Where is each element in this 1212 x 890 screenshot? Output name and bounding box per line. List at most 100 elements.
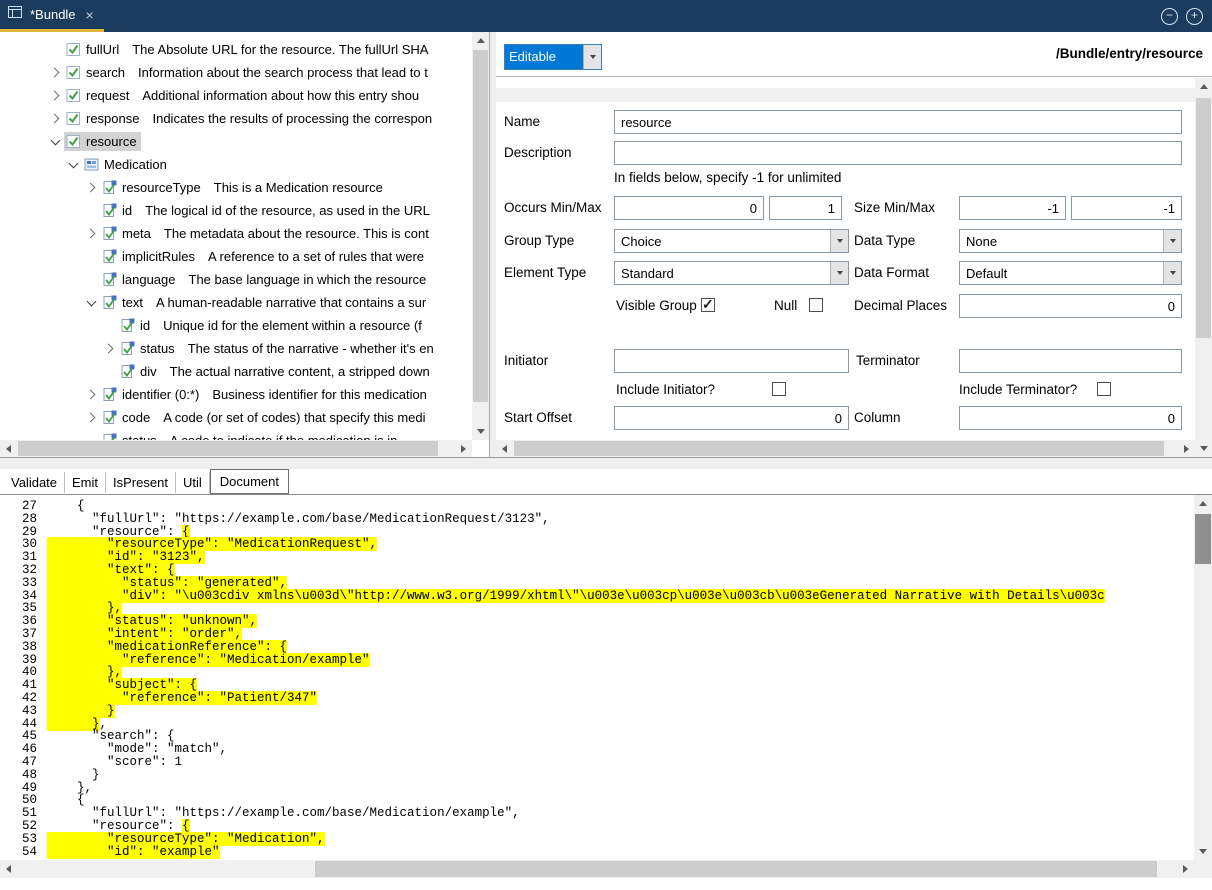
close-tab-icon[interactable]: ×: [86, 7, 94, 23]
tree-item-medication[interactable]: Medication: [0, 153, 472, 176]
tab-ispresent[interactable]: IsPresent: [106, 472, 176, 493]
document-line[interactable]: 39 "reference": "Medication/example": [0, 654, 1194, 667]
document-vertical-scrollbar[interactable]: [1194, 495, 1212, 860]
scroll-left-button[interactable]: [0, 860, 17, 877]
tree-item-resourcetype[interactable]: resourceTypeThis is a Medication resourc…: [0, 176, 472, 199]
tree-item-identifier-0[interactable]: identifier (0:*)Business identifier for …: [0, 383, 472, 406]
tab-validate[interactable]: Validate: [4, 472, 65, 493]
occurs-max-input[interactable]: [769, 196, 842, 220]
document-line[interactable]: 31 "id": "3123",: [0, 551, 1194, 564]
start-offset-input[interactable]: [614, 406, 849, 430]
tab-emit[interactable]: Emit: [65, 472, 106, 493]
scrollbar-thumb[interactable]: [473, 50, 488, 402]
document-line[interactable]: 33 "status": "generated",: [0, 577, 1194, 590]
occurs-min-input[interactable]: [614, 196, 764, 220]
tree-item-language[interactable]: languageThe base language in which the r…: [0, 268, 472, 291]
document-line[interactable]: 42 "reference": "Patient/347": [0, 692, 1194, 705]
tab-document[interactable]: Document: [210, 469, 289, 494]
form-horizontal-scrollbar[interactable]: [496, 440, 1195, 457]
visible-group-checkbox[interactable]: [701, 298, 715, 312]
scrollbar-thumb[interactable]: [315, 861, 1157, 877]
collapse-circle-button[interactable]: −: [1161, 8, 1178, 25]
scrollbar-thumb[interactable]: [1196, 98, 1211, 338]
initiator-input[interactable]: [614, 349, 849, 373]
tree-item-meta[interactable]: metaThe metadata about the resource. Thi…: [0, 222, 472, 245]
document-line[interactable]: 47 "score": 1: [0, 756, 1194, 769]
chevron-right-icon[interactable]: [83, 391, 100, 398]
chevron-right-icon[interactable]: [101, 345, 118, 352]
expand-circle-button[interactable]: +: [1186, 8, 1203, 25]
chevron-down-icon[interactable]: [583, 45, 601, 69]
scroll-left-button[interactable]: [496, 440, 513, 457]
tree-item-id[interactable]: idUnique id for the element within a res…: [0, 314, 472, 337]
scroll-up-button[interactable]: [1194, 495, 1211, 512]
element-type-dropdown[interactable]: Standard: [614, 261, 849, 285]
scroll-up-button[interactable]: [472, 32, 489, 49]
group-type-dropdown[interactable]: Choice: [614, 229, 849, 253]
scroll-left-button[interactable]: [0, 440, 17, 457]
tree-item-id[interactable]: idThe logical id of the resource, as use…: [0, 199, 472, 222]
document-line[interactable]: 48 }: [0, 769, 1194, 782]
scroll-up-button[interactable]: [1195, 78, 1212, 95]
data-format-dropdown[interactable]: Default: [959, 261, 1182, 285]
chevron-right-icon[interactable]: [47, 92, 64, 99]
scroll-down-button[interactable]: [1195, 440, 1212, 457]
tab-util[interactable]: Util: [176, 472, 210, 493]
tree-item-request[interactable]: requestAdditional information about how …: [0, 84, 472, 107]
document-line[interactable]: 44 },: [0, 718, 1194, 731]
scroll-right-button[interactable]: [455, 440, 472, 457]
name-input[interactable]: [614, 110, 1182, 134]
document-line[interactable]: 52 "resource": {: [0, 820, 1194, 833]
horizontal-splitter[interactable]: [0, 458, 1212, 469]
document-line[interactable]: 49 },: [0, 782, 1194, 795]
scroll-right-button[interactable]: [1177, 860, 1194, 877]
chevron-right-icon[interactable]: [47, 69, 64, 76]
tree-vertical-scrollbar[interactable]: [472, 32, 489, 440]
chevron-down-icon[interactable]: [65, 163, 82, 167]
tree-item-implicitrules[interactable]: implicitRulesA reference to a set of rul…: [0, 245, 472, 268]
terminator-input[interactable]: [959, 349, 1182, 373]
description-input[interactable]: [614, 141, 1182, 165]
scroll-down-button[interactable]: [1194, 843, 1211, 860]
tree-item-code[interactable]: codeA code (or set of codes) that specif…: [0, 406, 472, 429]
document-horizontal-scrollbar[interactable]: [0, 860, 1194, 878]
decimal-places-input[interactable]: [959, 294, 1182, 318]
tree-item-text[interactable]: textA human-readable narrative that cont…: [0, 291, 472, 314]
bundle-document-tab[interactable]: *Bundle ×: [0, 0, 104, 32]
size-max-input[interactable]: [1071, 196, 1182, 220]
include-initiator-checkbox[interactable]: [772, 382, 786, 396]
document-line[interactable]: 53 "resourceType": "Medication",: [0, 833, 1194, 846]
tree-horizontal-scrollbar[interactable]: [0, 440, 472, 457]
chevron-right-icon[interactable]: [47, 115, 64, 122]
tree-item-status[interactable]: statusThe status of the narrative - whet…: [0, 337, 472, 360]
document-line[interactable]: 34 "div": "\u003cdiv xmlns\u003d\"http:/…: [0, 590, 1194, 603]
tree-item-resource[interactable]: resource: [0, 130, 472, 153]
data-type-dropdown[interactable]: None: [959, 229, 1182, 253]
size-min-input[interactable]: [959, 196, 1066, 220]
document-line[interactable]: 43 }: [0, 705, 1194, 718]
include-terminator-checkbox[interactable]: [1097, 382, 1111, 396]
chevron-down-icon[interactable]: [47, 140, 64, 144]
scroll-down-button[interactable]: [472, 423, 489, 440]
tree-item-fullurl[interactable]: fullUrlThe Absolute URL for the resource…: [0, 38, 472, 61]
scrollbar-thumb[interactable]: [1195, 514, 1211, 564]
document-line[interactable]: 37 "intent": "order",: [0, 628, 1194, 641]
chevron-right-icon[interactable]: [83, 414, 100, 421]
form-vertical-scrollbar[interactable]: [1195, 78, 1212, 457]
document-line[interactable]: 54 "id": "example": [0, 846, 1194, 859]
null-checkbox[interactable]: [809, 298, 823, 312]
tree-item-status[interactable]: statusA code to indicate if the medicati…: [0, 429, 472, 440]
scroll-right-button[interactable]: [1178, 440, 1195, 457]
tree-item-search[interactable]: searchInformation about the search proce…: [0, 61, 472, 84]
column-input[interactable]: [959, 406, 1182, 430]
chevron-right-icon[interactable]: [83, 230, 100, 237]
chevron-right-icon[interactable]: [83, 184, 100, 191]
scrollbar-thumb[interactable]: [18, 441, 438, 456]
chevron-down-icon[interactable]: [83, 301, 100, 305]
tree-item-response[interactable]: responseIndicates the results of process…: [0, 107, 472, 130]
scrollbar-thumb[interactable]: [514, 441, 1164, 456]
mode-dropdown[interactable]: Editable: [504, 44, 602, 70]
tree-item-div[interactable]: divThe actual narrative content, a strip…: [0, 360, 472, 383]
document-line[interactable]: 32 "text": {: [0, 564, 1194, 577]
document-line[interactable]: 38 "medicationReference": {: [0, 641, 1194, 654]
